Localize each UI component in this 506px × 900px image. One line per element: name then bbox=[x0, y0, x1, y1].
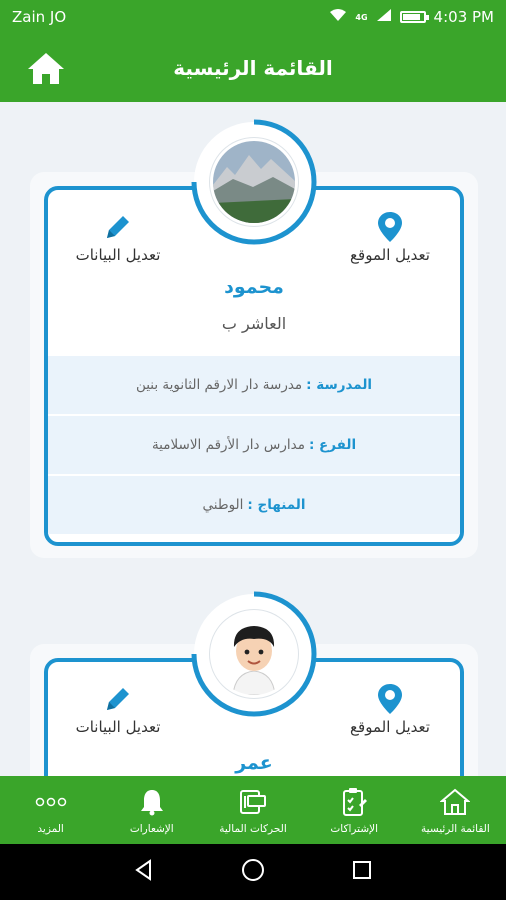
edit-location-label: تعديل الموقع bbox=[350, 718, 430, 736]
nav-notifications-label: الإشعارات bbox=[129, 823, 174, 835]
clipboard-icon bbox=[341, 785, 368, 819]
location-pin-icon bbox=[330, 682, 450, 716]
cash-icon bbox=[238, 785, 268, 819]
edit-location-button[interactable]: تعديل الموقع bbox=[330, 682, 450, 736]
boy-avatar-icon[interactable] bbox=[210, 610, 298, 698]
nav-home[interactable]: القائمة الرئيسية bbox=[405, 776, 506, 844]
student-card: تعديل الموقع تعديل البيانات محمود العاشر… bbox=[30, 119, 478, 558]
edit-data-label: تعديل البيانات bbox=[75, 246, 161, 264]
student-grade: العاشر ب bbox=[221, 314, 287, 333]
network-type-badge: 4G bbox=[355, 12, 368, 22]
pencil-icon bbox=[58, 210, 178, 244]
edit-data-label: تعديل البيانات bbox=[75, 718, 161, 736]
recents-icon[interactable] bbox=[350, 858, 374, 886]
nav-subscriptions[interactable]: الإشتراكات bbox=[304, 776, 405, 844]
wifi-icon bbox=[329, 8, 347, 26]
bell-icon bbox=[139, 785, 165, 819]
edit-location-label: تعديل الموقع bbox=[350, 246, 430, 264]
battery-icon bbox=[399, 11, 429, 23]
edit-data-button[interactable]: تعديل البيانات bbox=[58, 682, 178, 736]
student-list[interactable]: تعديل الموقع تعديل البيانات محمود العاشر… bbox=[0, 102, 506, 776]
info-value: مدرسة دار الارقم الثانوية بنين bbox=[135, 377, 303, 393]
student-name: محمود bbox=[224, 276, 284, 298]
avatar-frame bbox=[188, 116, 320, 248]
info-value: مدارس دار الأرقم الاسلامية bbox=[151, 437, 305, 453]
page-title: القائمة الرئيسية bbox=[173, 56, 333, 80]
edit-data-button[interactable]: تعديل البيانات bbox=[58, 210, 178, 264]
nav-more-label: المزيد bbox=[37, 823, 64, 835]
system-nav-bar bbox=[0, 844, 506, 900]
nav-notifications[interactable]: الإشعارات bbox=[101, 776, 202, 844]
home-circle-icon[interactable] bbox=[240, 857, 266, 887]
info-key: المدرسة : bbox=[306, 377, 373, 393]
student-info: المدرسة : مدرسة دار الارقم الثانوية بنين… bbox=[48, 354, 460, 534]
edit-location-button[interactable]: تعديل الموقع bbox=[330, 210, 450, 264]
home-icon[interactable] bbox=[26, 48, 66, 88]
pencil-icon bbox=[58, 682, 178, 716]
location-pin-icon bbox=[330, 210, 450, 244]
student-photo[interactable] bbox=[210, 138, 298, 226]
nav-financial-label: الحركات المالية bbox=[219, 823, 287, 835]
home-icon bbox=[440, 785, 471, 819]
avatar-frame bbox=[188, 588, 320, 720]
info-row-curriculum: المنهاج : الوطني bbox=[48, 474, 460, 534]
clock: 4:03 PM bbox=[433, 8, 494, 26]
back-icon[interactable] bbox=[132, 858, 156, 886]
info-row-school: المدرسة : مدرسة دار الارقم الثانوية بنين bbox=[48, 354, 460, 414]
app-bar: القائمة الرئيسية bbox=[0, 34, 506, 102]
nav-subscriptions-label: الإشتراكات bbox=[330, 823, 379, 835]
info-value: الوطني bbox=[202, 497, 244, 513]
more-icon bbox=[35, 785, 67, 819]
bottom-nav: المزيد الإشعارات الحركات المالية الإشترا… bbox=[0, 776, 506, 844]
carrier-label: Zain JO bbox=[12, 8, 67, 26]
student-card: تعديل الموقع تعديل البيانات عمر bbox=[30, 591, 478, 776]
info-key: الفرع : bbox=[308, 437, 357, 453]
nav-home-label: القائمة الرئيسية bbox=[421, 823, 490, 835]
status-bar: Zain JO 4G 4:03 PM bbox=[0, 0, 506, 34]
info-row-branch: الفرع : مدارس دار الأرقم الاسلامية bbox=[48, 414, 460, 474]
nav-financial[interactable]: الحركات المالية bbox=[202, 776, 303, 844]
student-name: عمر bbox=[235, 752, 273, 774]
info-key: المنهاج : bbox=[247, 497, 306, 513]
nav-more[interactable]: المزيد bbox=[0, 776, 101, 844]
signal-icon bbox=[376, 8, 392, 26]
